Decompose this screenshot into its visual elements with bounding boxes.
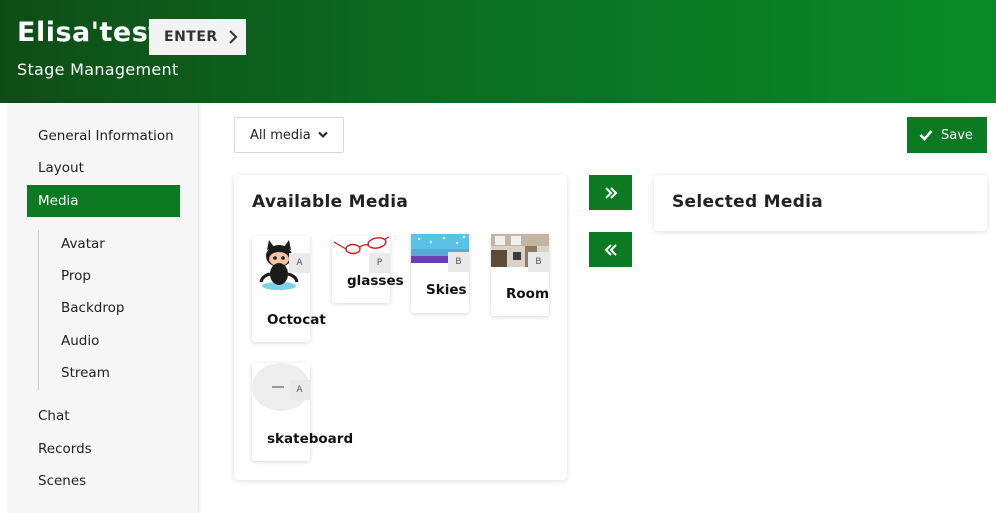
media-name: Room: [506, 286, 550, 302]
media-card-octocat[interactable]: A Octocat: [252, 236, 326, 342]
media-name: skateboard: [267, 431, 354, 447]
sidebar-item-media[interactable]: Media: [27, 185, 180, 217]
subnav-item-label: Audio: [61, 333, 100, 349]
sidebar-item-layout[interactable]: Layout: [27, 152, 180, 184]
sidebar-item-label: General Information: [38, 128, 174, 144]
sidebar-item-label: Records: [38, 441, 92, 457]
enter-button[interactable]: ENTER: [149, 19, 246, 55]
sidebar: General Information Layout Media Avatar …: [8, 103, 198, 513]
sidebar-item-label: Scenes: [38, 473, 87, 489]
sidebar-item-general-information[interactable]: General Information: [27, 120, 180, 152]
subnav-item-stream[interactable]: Stream: [61, 363, 110, 383]
caret-down-icon: [318, 131, 328, 138]
media-type-badge: A: [289, 253, 310, 273]
page-subtitle: Stage Management: [17, 60, 179, 79]
subnav-item-label: Avatar: [61, 236, 105, 252]
double-chevron-left-icon: [604, 243, 617, 256]
media-name: glasses: [347, 273, 404, 289]
subnav-item-avatar[interactable]: Avatar: [61, 234, 105, 254]
subnav-item-prop[interactable]: Prop: [61, 266, 91, 286]
selected-media-title: Selected Media: [672, 192, 824, 212]
media-type-badge: P: [369, 253, 390, 273]
check-icon: [919, 130, 933, 141]
media-type-badge: A: [289, 380, 310, 400]
header-banner: Elisa'test ENTER Stage Management: [0, 0, 996, 103]
double-chevron-right-icon: [604, 186, 617, 199]
media-card-room[interactable]: B Room: [491, 234, 549, 316]
stage-title: Elisa'test: [17, 17, 162, 48]
selected-media-panel: Selected Media: [654, 175, 987, 231]
subnav-item-label: Prop: [61, 268, 91, 284]
subnav-item-label: Backdrop: [61, 300, 125, 316]
media-card-glasses[interactable]: P glasses: [332, 236, 404, 303]
media-filter-value: All media: [250, 127, 311, 143]
media-type-badge: B: [448, 252, 469, 272]
add-selected-button[interactable]: [589, 175, 632, 210]
enter-button-label: ENTER: [164, 29, 218, 45]
remove-selected-button[interactable]: [589, 232, 632, 267]
sidebar-item-label: Media: [38, 193, 79, 209]
chevron-right-icon: [228, 30, 238, 44]
available-media-title: Available Media: [252, 192, 409, 212]
subnav-divider: [38, 230, 39, 390]
sidebar-item-scenes[interactable]: Scenes: [27, 465, 180, 497]
subnav-item-backdrop[interactable]: Backdrop: [61, 298, 124, 318]
media-name: Octocat: [267, 312, 326, 328]
available-media-panel: Available Media A Octocat P glasses B Sk…: [234, 175, 567, 480]
sidebar-item-chat[interactable]: Chat: [27, 400, 180, 432]
subnav-item-audio[interactable]: Audio: [61, 331, 99, 351]
media-card-skies[interactable]: B Skies: [411, 234, 469, 313]
sidebar-item-label: Layout: [38, 160, 84, 176]
media-card-skateboard[interactable]: A skateboard: [252, 363, 353, 461]
media-name: Skies: [426, 282, 467, 298]
sidebar-item-label: Chat: [38, 408, 70, 424]
subnav-item-label: Stream: [61, 365, 110, 381]
media-type-badge: B: [528, 252, 549, 272]
save-button[interactable]: Save: [907, 117, 987, 153]
save-button-label: Save: [941, 127, 973, 143]
sidebar-item-records[interactable]: Records: [27, 433, 180, 465]
media-filter-select[interactable]: All media: [234, 117, 344, 153]
